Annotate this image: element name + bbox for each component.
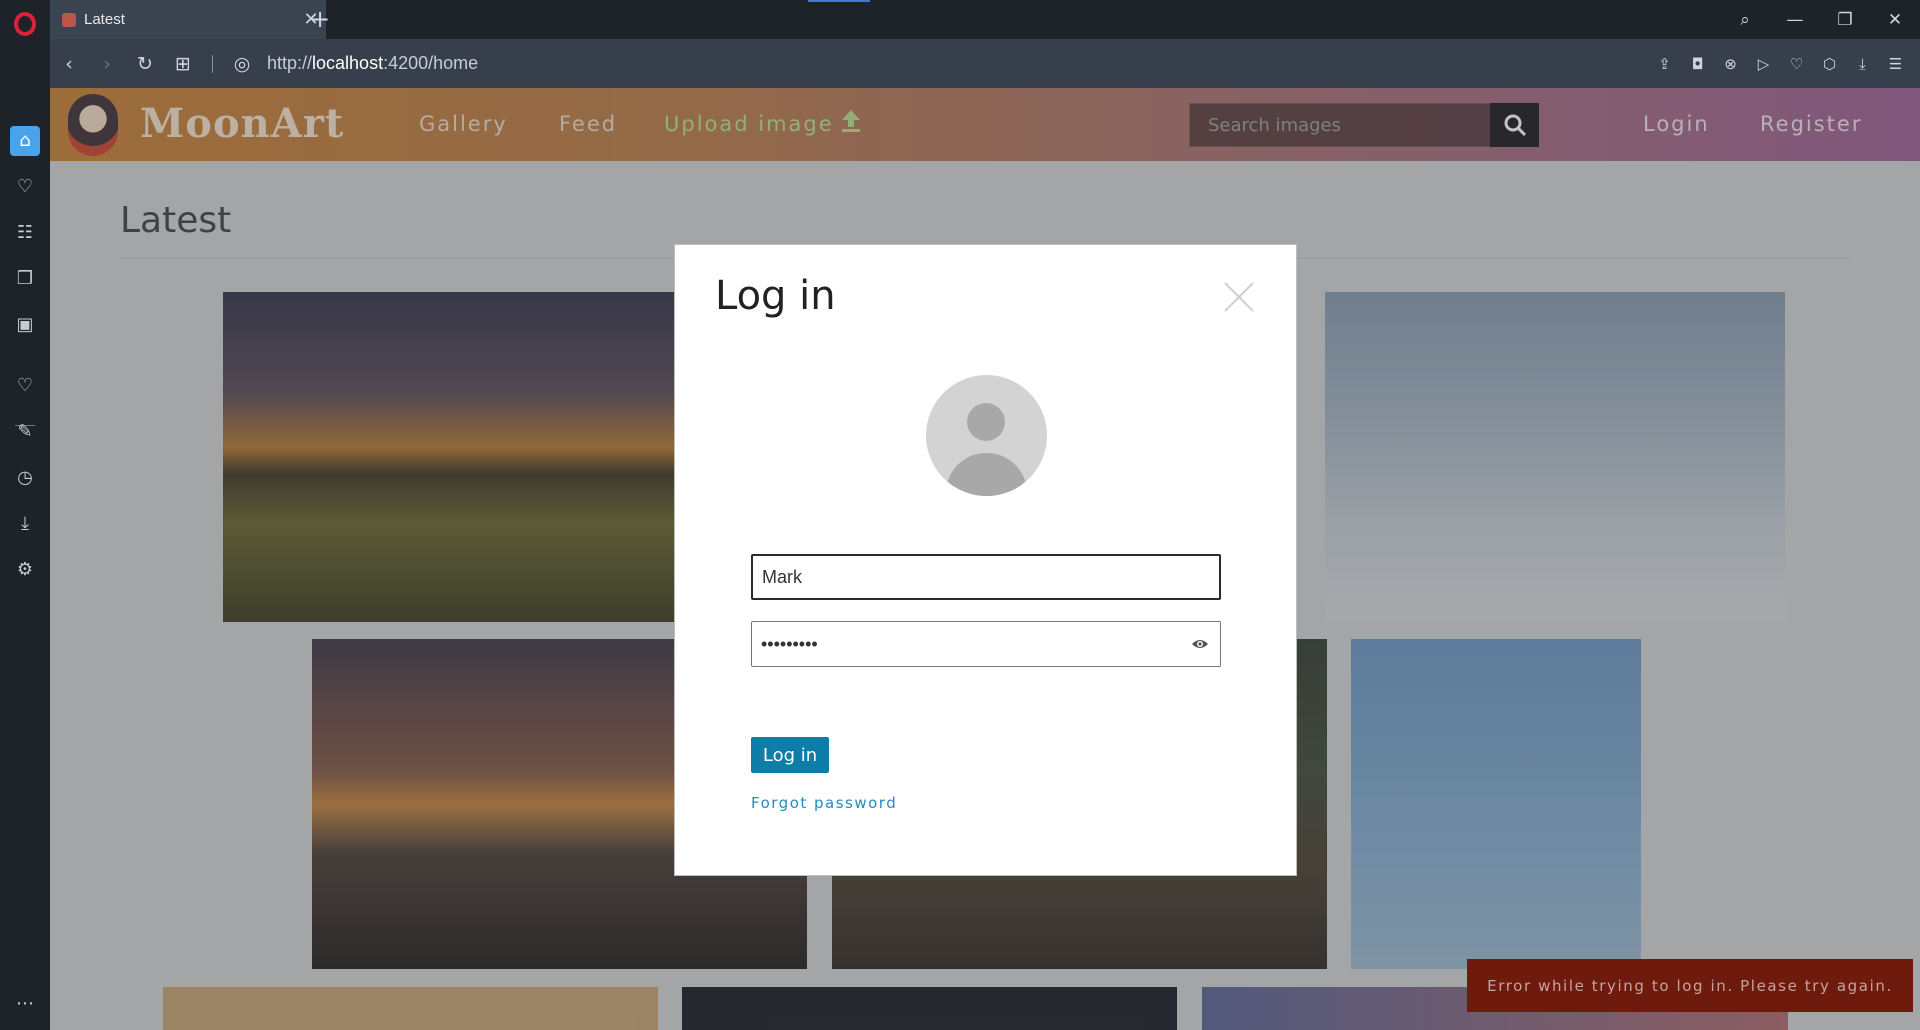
- easy-setup-icon[interactable]: ☰: [1879, 55, 1912, 73]
- tab-indicator: [808, 0, 870, 2]
- password-input[interactable]: [752, 622, 1220, 666]
- window-controls: ⌕ — ❐ ✕: [1720, 0, 1920, 39]
- user-avatar-icon: [926, 375, 1047, 496]
- globe-icon: ◎: [233, 52, 251, 75]
- settings-icon[interactable]: ⚙: [10, 555, 40, 585]
- close-icon[interactable]: [1223, 281, 1255, 313]
- username-field[interactable]: [751, 554, 1221, 600]
- forward-icon[interactable]: ›: [88, 53, 126, 75]
- eye-icon[interactable]: [1191, 637, 1209, 651]
- minimize-icon[interactable]: —: [1770, 10, 1820, 30]
- address-bar: ‹ › ↻ ⊞ ◎ http://localhost:4200/home ⇪ ◘…: [50, 39, 1920, 88]
- avatar-body: [946, 453, 1027, 496]
- browser-tabbar: Latest ✕ + ⌕ — ❐ ✕: [0, 0, 1920, 39]
- modal-backdrop-header: [50, 88, 1920, 161]
- adblock-icon[interactable]: ⊗: [1714, 55, 1747, 73]
- tab-latest[interactable]: Latest ✕: [50, 0, 326, 39]
- address-tools: ⇪ ◘ ⊗ ▷ ♡ ⬡ ⤓ ☰: [1648, 39, 1912, 88]
- new-tab-button[interactable]: +: [306, 5, 334, 33]
- modal-title: Log in: [715, 273, 836, 319]
- avatar-head: [967, 403, 1005, 441]
- url-field[interactable]: http://localhost:4200/home: [267, 53, 478, 74]
- tabs-list-icon[interactable]: ☷: [10, 218, 40, 248]
- site-favicon-icon: [62, 12, 76, 27]
- browser-search-icon[interactable]: ⌕: [1720, 10, 1770, 30]
- reload-icon[interactable]: ↻: [126, 53, 164, 75]
- forgot-password-link[interactable]: Forgot password: [751, 794, 897, 812]
- login-button[interactable]: Log in: [751, 737, 829, 773]
- login-modal: Log in Log in Forgot password: [674, 244, 1297, 876]
- bookmarks-icon[interactable]: ♡: [10, 371, 40, 401]
- wallet-icon[interactable]: ▣: [10, 310, 40, 340]
- home-icon[interactable]: ⌂: [10, 126, 40, 156]
- snapshot-icon[interactable]: ◘: [1681, 55, 1714, 73]
- restore-icon[interactable]: ❐: [1820, 10, 1870, 30]
- web-page: MoonArt Gallery Feed Upload image Login …: [50, 88, 1920, 1030]
- back-icon[interactable]: ‹: [50, 53, 88, 75]
- address-separator: [212, 54, 213, 73]
- reading-list-icon[interactable]: ❒: [10, 264, 40, 294]
- my-flow-icon[interactable]: ♡: [10, 172, 40, 202]
- browser-sidebar: ⌂ ♡ ☷ ❒ ▣ ♡ ✎ ◷ ⤓ ⚙ ⋯: [0, 39, 50, 1030]
- opera-logo-icon[interactable]: [14, 12, 36, 36]
- share-icon[interactable]: ⇪: [1648, 55, 1681, 73]
- error-toast: Error while trying to log in. Please try…: [1467, 959, 1913, 1012]
- more-icon[interactable]: ⋯: [10, 989, 40, 1019]
- extensions-icon[interactable]: ⬡: [1813, 55, 1846, 73]
- history-icon[interactable]: ◷: [10, 463, 40, 493]
- close-window-icon[interactable]: ✕: [1870, 10, 1920, 30]
- bookmark-heart-icon[interactable]: ♡: [1780, 55, 1813, 73]
- speed-dial-icon[interactable]: ⊞: [164, 53, 202, 75]
- download-icon[interactable]: ⤓: [1846, 55, 1879, 73]
- password-field[interactable]: [751, 621, 1221, 667]
- tab-title: Latest: [84, 11, 125, 28]
- username-input[interactable]: [753, 556, 1219, 598]
- send-icon[interactable]: ▷: [1747, 55, 1780, 73]
- downloads-icon[interactable]: ⤓: [10, 509, 40, 539]
- pinboard-icon[interactable]: ✎: [10, 417, 40, 447]
